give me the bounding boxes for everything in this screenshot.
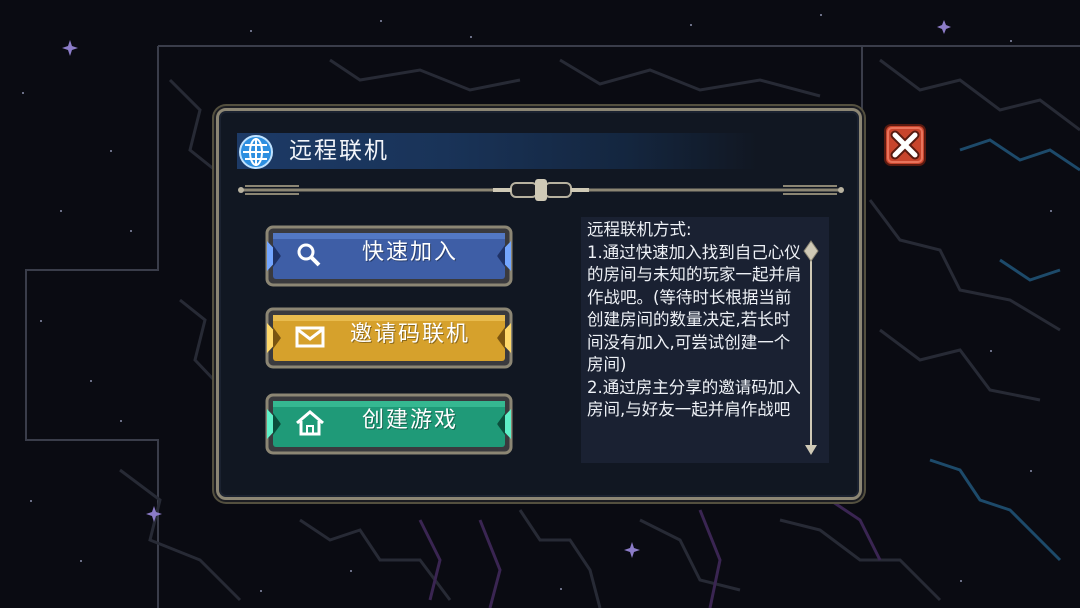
dialog-title: 远程联机 [289,138,389,164]
info-scrollbar[interactable] [799,239,823,461]
info-panel[interactable]: 远程联机方式: 1.通过快速加入找到自己心仪的房间与未知的玩家一起并肩作战吧。(… [581,217,829,463]
invite-code-label: 邀请码联机 [349,322,470,347]
globe-icon [239,135,273,169]
create-game-label: 创建游戏 [361,408,458,433]
magnifier-icon [297,243,321,267]
close-button[interactable] [884,124,926,166]
house-icon [296,410,324,436]
create-game-button[interactable]: 创建游戏 [265,393,513,455]
remote-multiplayer-dialog: 远程联机 快速加入 邀请码联机 创建游戏 远程联机方式: 1.通过快速加入找到自… [216,108,862,500]
ornamental-divider [238,179,844,201]
invite-code-button[interactable]: 邀请码联机 [265,307,513,369]
quick-join-label: 快速加入 [361,240,458,265]
quick-join-button[interactable]: 快速加入 [265,225,513,287]
info-text: 远程联机方式: 1.通过快速加入找到自己心仪的房间与未知的玩家一起并肩作战吧。(… [587,220,802,419]
envelope-icon [295,326,325,348]
scroll-down-arrow [805,445,817,455]
scrollbar-thumb [803,240,819,262]
